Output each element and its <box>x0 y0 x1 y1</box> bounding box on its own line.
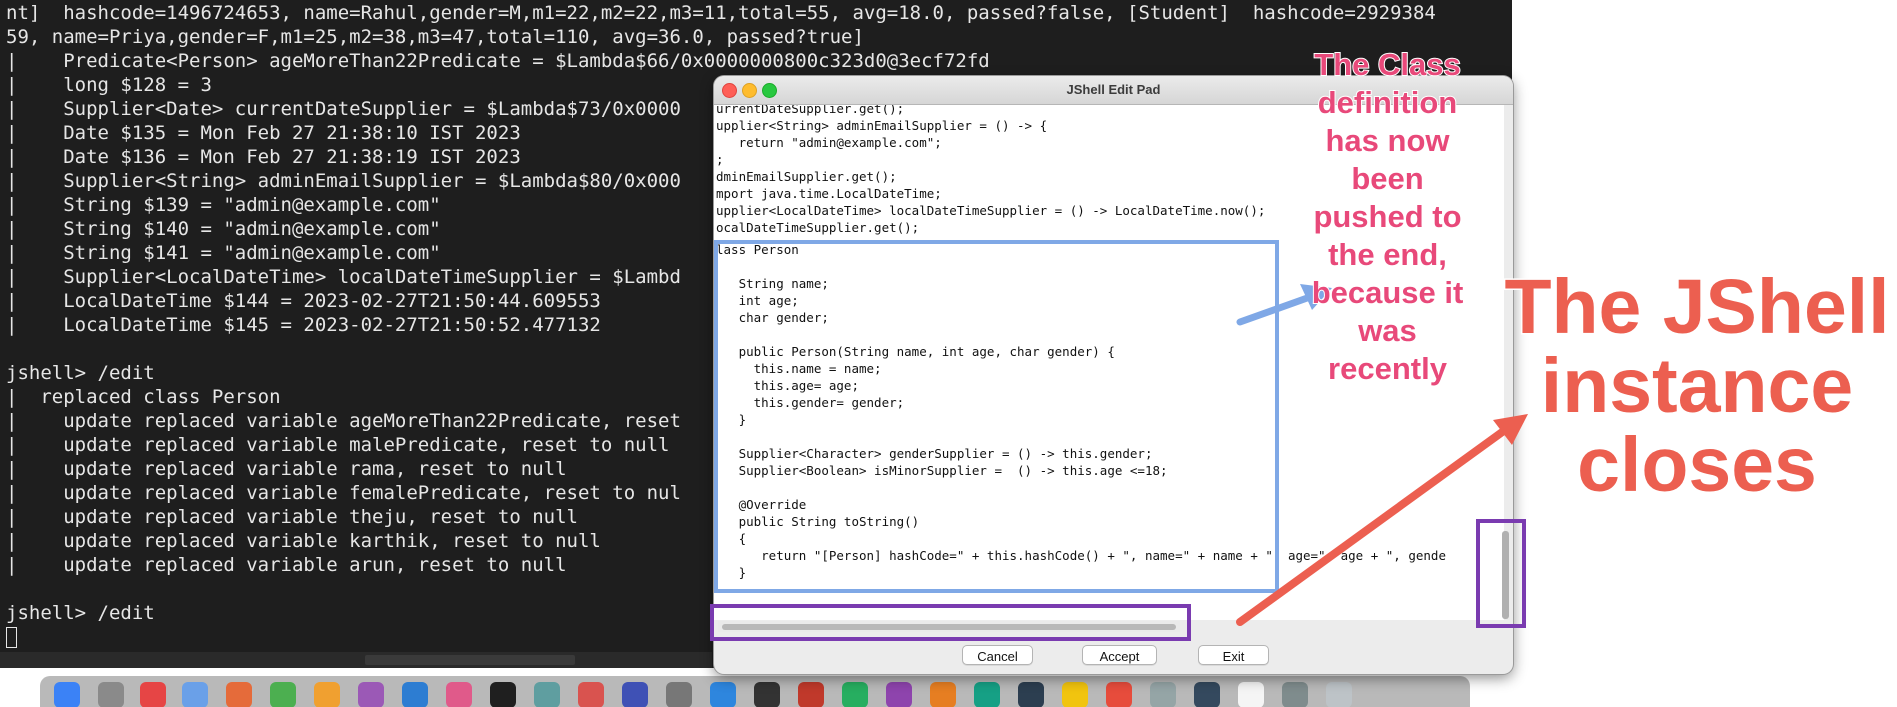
app-icon[interactable] <box>710 682 736 707</box>
terminal-line: | update replaced variable femalePredica… <box>6 482 681 504</box>
code-line: ocalDateTimeSupplier.get(); <box>716 220 920 235</box>
terminal-line: | update replaced variable karthik, rese… <box>6 530 601 552</box>
trash-icon[interactable] <box>1326 682 1352 707</box>
app-icon[interactable] <box>798 682 824 707</box>
calendar-icon[interactable] <box>140 682 166 707</box>
safari-icon[interactable] <box>182 682 208 707</box>
exit-button[interactable]: Exit <box>1198 645 1269 665</box>
terminal-line: | LocalDateTime $145 = 2023-02-27T21:50:… <box>6 314 601 336</box>
terminal-line: nt] hashcode=1496724653, name=Rahul,gend… <box>6 2 1436 24</box>
app-icon[interactable] <box>1150 682 1176 707</box>
terminal-line: | update replaced variable arun, reset t… <box>6 554 567 576</box>
terminal-cursor <box>6 627 17 648</box>
dock <box>40 676 1470 707</box>
terminal-prompt: jshell> /edit <box>6 602 155 624</box>
app-icon[interactable] <box>622 682 648 707</box>
code-line: ; <box>716 152 724 167</box>
terminal-scrollbar-thumb[interactable] <box>365 655 575 665</box>
terminal-line: | Predicate<Person> ageMoreThan22Predica… <box>6 50 990 72</box>
terminal-line: | update replaced variable theju, reset … <box>6 506 578 528</box>
code-line: urrentDateSupplier.get(); <box>716 105 905 116</box>
horizontal-scrollbar-highlight <box>710 604 1191 641</box>
class-definition-highlight <box>714 240 1279 593</box>
class-moved-note: The Class definition has now been pushed… <box>1311 46 1465 387</box>
terminal-line: | String $141 = "admin@example.com" <box>6 242 441 264</box>
terminal-line: | LocalDateTime $144 = 2023-02-27T21:50:… <box>6 290 601 312</box>
terminal-app-icon[interactable] <box>490 682 516 707</box>
app-icon[interactable] <box>1106 682 1132 707</box>
app-icon[interactable] <box>226 682 252 707</box>
jshell-closes-note: The JShell instance closes <box>1503 264 1891 508</box>
app-icon[interactable] <box>1194 682 1220 707</box>
app-icon[interactable] <box>402 682 428 707</box>
app-icon[interactable] <box>446 682 472 707</box>
app-icon[interactable] <box>358 682 384 707</box>
finder-icon[interactable] <box>54 682 80 707</box>
app-icon[interactable] <box>578 682 604 707</box>
terminal-line: | String $139 = "admin@example.com" <box>6 194 441 216</box>
code-line: return "admin@example.com"; <box>716 135 942 150</box>
app-icon[interactable] <box>314 682 340 707</box>
terminal-line: | Date $136 = Mon Feb 27 21:38:19 IST 20… <box>6 146 521 168</box>
code-line: mport java.time.LocalDateTime; <box>716 186 942 201</box>
app-icon[interactable] <box>270 682 296 707</box>
vertical-scrollbar-highlight <box>1476 519 1526 628</box>
terminal-scrollbar-track[interactable] <box>0 652 712 668</box>
code-line: dminEmailSupplier.get(); <box>716 169 897 184</box>
app-icon[interactable] <box>1282 682 1308 707</box>
accept-button[interactable]: Accept <box>1082 645 1157 665</box>
app-icon[interactable] <box>930 682 956 707</box>
terminal-line: | update replaced variable malePredicate… <box>6 434 670 456</box>
terminal-line: | String $140 = "admin@example.com" <box>6 218 441 240</box>
terminal-line: | replaced class Person <box>6 386 281 408</box>
code-line: upplier<String> adminEmailSupplier = () … <box>716 118 1048 133</box>
terminal-line: | Supplier<LocalDateTime> localDateTimeS… <box>6 266 681 288</box>
terminal-line: | update replaced variable ageMoreThan22… <box>6 410 681 432</box>
app-icon[interactable] <box>1018 682 1044 707</box>
app-icon[interactable] <box>974 682 1000 707</box>
app-icon[interactable] <box>534 682 560 707</box>
app-icon[interactable] <box>754 682 780 707</box>
terminal-line: | update replaced variable rama, reset t… <box>6 458 567 480</box>
code-line: upplier<LocalDateTime> localDateTimeSupp… <box>716 203 1266 218</box>
cancel-button[interactable]: Cancel <box>962 645 1033 665</box>
app-icon[interactable] <box>1062 682 1088 707</box>
terminal-line: | Supplier<Date> currentDateSupplier = $… <box>6 98 681 120</box>
app-icon[interactable] <box>842 682 868 707</box>
launchpad-icon[interactable] <box>98 682 124 707</box>
terminal-line: | Date $135 = Mon Feb 27 21:38:10 IST 20… <box>6 122 521 144</box>
terminal-line: | Supplier<String> adminEmailSupplier = … <box>6 170 681 192</box>
app-icon[interactable] <box>1238 682 1264 707</box>
app-icon[interactable] <box>666 682 692 707</box>
terminal-line: jshell> /edit <box>6 362 155 384</box>
terminal-line: | long $128 = 3 <box>6 74 212 96</box>
terminal-line: 59, name=Priya,gender=F,m1=25,m2=38,m3=4… <box>6 26 864 48</box>
app-icon[interactable] <box>886 682 912 707</box>
